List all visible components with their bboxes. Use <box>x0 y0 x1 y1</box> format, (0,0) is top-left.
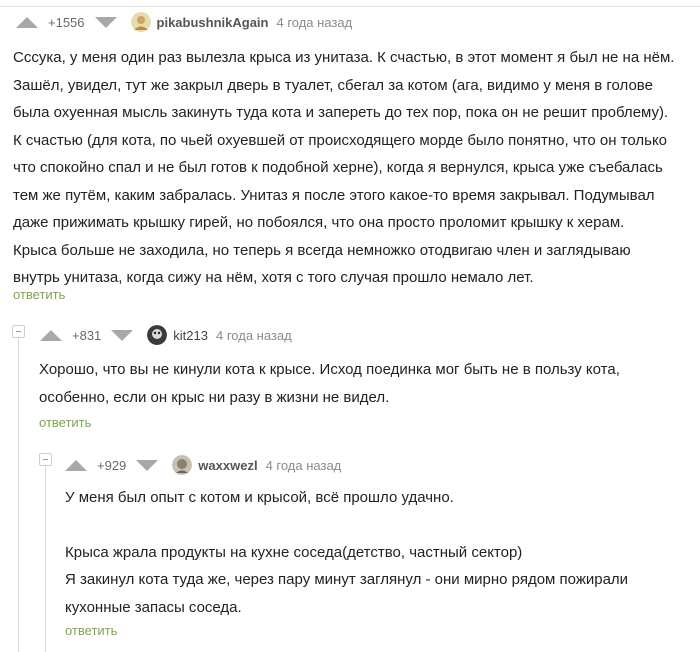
comment-header: +831 kit213 4 года назад <box>40 322 292 348</box>
thread-line <box>45 464 46 652</box>
upvote-icon[interactable] <box>16 16 38 28</box>
downvote-icon[interactable] <box>136 459 159 471</box>
comment-body: Сссука, у меня один раз вылезла крыса из… <box>13 44 674 292</box>
reply-button[interactable]: ответить <box>13 287 65 302</box>
comment-body: Хорошо, что вы не кинули кота к крысе. И… <box>39 356 620 411</box>
comment-author[interactable]: kit213 <box>173 328 208 343</box>
comment-line: была охуенная мысль закинуть туда кота и… <box>13 104 669 121</box>
comment-line: Я закинул кота туда же, через пару минут… <box>65 571 629 588</box>
comment-line: внутрь унитаза, когда сижу на нём, хотя … <box>13 269 534 286</box>
upvote-icon[interactable] <box>40 329 62 341</box>
comment-time[interactable]: 4 года назад <box>266 458 342 473</box>
comment-line: тем же путём, каким забралась. Унитаз я … <box>13 186 655 204</box>
collapse-toggle[interactable] <box>39 453 52 466</box>
avatar-icon <box>147 325 168 345</box>
comment-time[interactable]: 4 года назад <box>276 15 352 30</box>
comment-line: К счастью (для кота, по чьей охуевшей от… <box>13 131 668 149</box>
comment-line: У меня был опыт с котом и крысой, всё пр… <box>65 489 454 506</box>
avatar[interactable] <box>147 325 168 345</box>
thread-line <box>18 336 19 652</box>
comment-line: даже прижимать крышку гирей, но побоялся… <box>13 214 625 231</box>
comment-body: У меня был опыт с котом и крысой, всё пр… <box>65 484 628 621</box>
comment-line: Крыса больше не заходила, но теперь я вс… <box>13 241 631 259</box>
comment-line: кухонные запасы соседа. <box>65 598 242 616</box>
upvote-icon[interactable] <box>65 459 87 471</box>
comment-rating: +1556 <box>48 14 85 30</box>
comment-rating: +929 <box>97 457 127 473</box>
comment-author[interactable]: pikabushnikAgain <box>157 15 269 30</box>
comment-line: Зашёл, увидел, тут же закрыл дверь в туа… <box>13 76 653 94</box>
comment-header: +929 waxxwezl 4 года назад <box>65 452 341 478</box>
comment-rating: +831 <box>72 327 102 343</box>
top-divider <box>0 0 700 7</box>
reply-button[interactable]: ответить <box>65 623 117 638</box>
downvote-icon[interactable] <box>111 329 134 341</box>
comment-line: Хорошо, что вы не кинули кота к крысе. И… <box>39 361 620 378</box>
comment-header: +1556 pikabushnikAgain 4 года назад <box>16 9 352 35</box>
avatar-icon <box>172 455 193 475</box>
reply-button[interactable]: ответить <box>39 415 91 430</box>
comment-line: Сссука, у меня один раз вылезла крыса из… <box>13 49 675 66</box>
collapse-toggle[interactable] <box>12 325 25 338</box>
comment-line: что спокойно спал и не был готов к подоб… <box>13 159 663 176</box>
avatar[interactable] <box>130 12 151 32</box>
avatar-icon <box>130 12 151 32</box>
comment-time[interactable]: 4 года назад <box>216 328 292 343</box>
downvote-icon[interactable] <box>94 16 117 28</box>
comment-line: Крыса жрала продукты на кухне соседа(дет… <box>65 543 523 561</box>
avatar[interactable] <box>172 455 193 475</box>
comment-author[interactable]: waxxwezl <box>198 458 257 473</box>
comment-line: особенно, если он крыс ни разу в жизни н… <box>39 388 390 406</box>
